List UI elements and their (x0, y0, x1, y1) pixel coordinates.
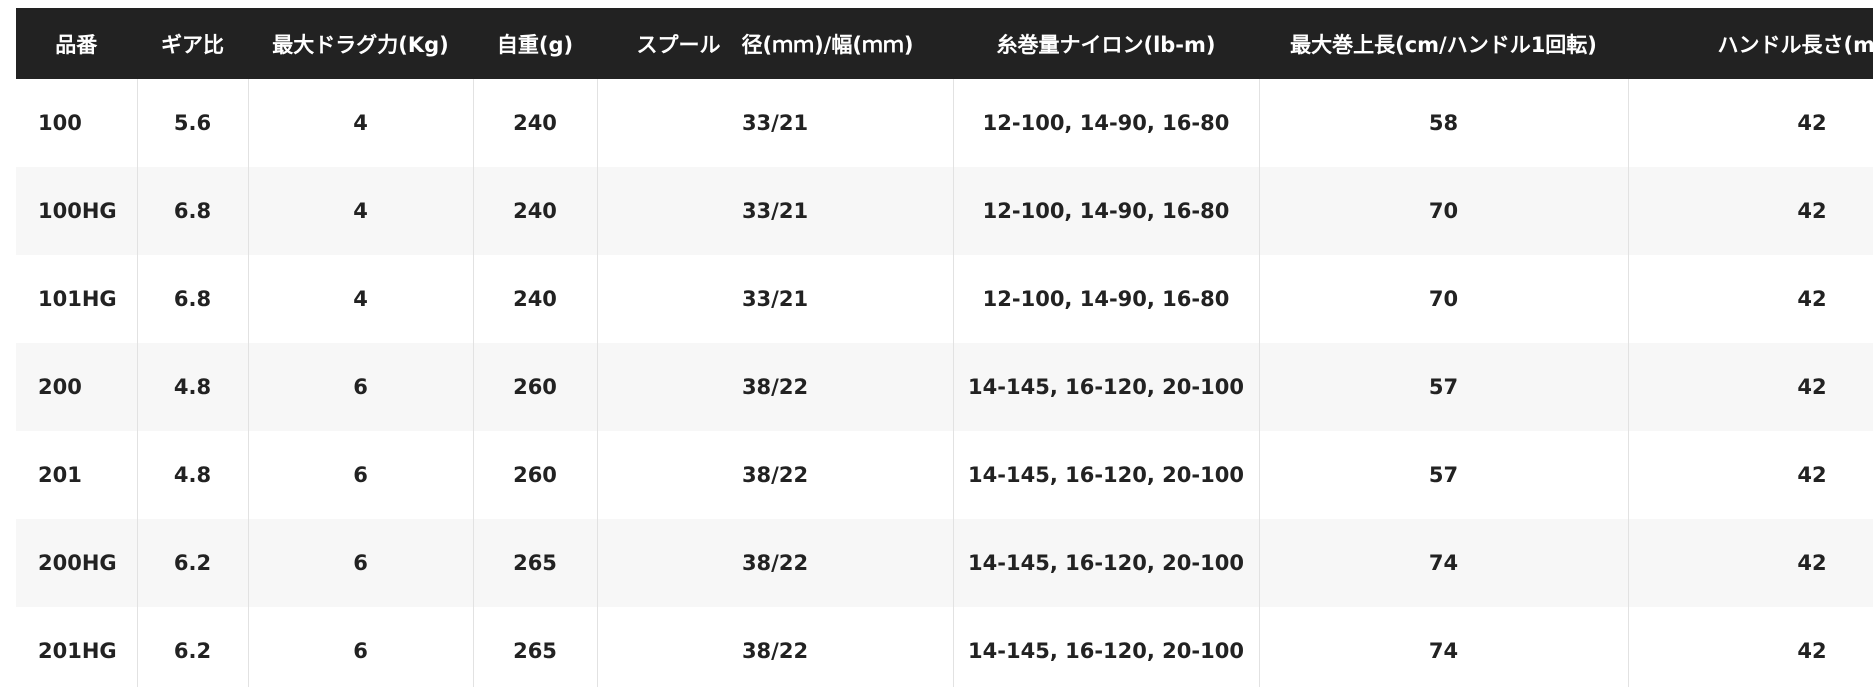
cell-max-drag: 4 (248, 255, 474, 343)
cell-model: 200 (16, 343, 138, 431)
cell-weight: 240 (473, 167, 598, 255)
table-row: 200HG 6.2 6 265 38/22 14-145, 16-120, 20… (16, 519, 1873, 607)
cell-model: 201 (16, 431, 138, 519)
cell-max-retrieve: 70 (1259, 255, 1629, 343)
cell-spool-size: 33/21 (597, 79, 954, 167)
cell-handle-length: 42 (1628, 167, 1873, 255)
cell-spool-size: 33/21 (597, 255, 954, 343)
table-header-row: 品番 ギア比 最大ドラグ力(Kg) 自重(g) スプール 径(ｍｍ)/幅(ｍｍ)… (16, 8, 1873, 79)
cell-max-retrieve: 57 (1259, 343, 1629, 431)
table-row: 100 5.6 4 240 33/21 12-100, 14-90, 16-80… (16, 79, 1873, 167)
spec-table: 品番 ギア比 最大ドラグ力(Kg) 自重(g) スプール 径(ｍｍ)/幅(ｍｍ)… (16, 8, 1873, 687)
cell-max-drag: 6 (248, 519, 474, 607)
cell-weight: 260 (473, 343, 598, 431)
cell-model: 200HG (16, 519, 138, 607)
cell-handle-length: 42 (1628, 519, 1873, 607)
cell-model: 101HG (16, 255, 138, 343)
table-row: 100HG 6.8 4 240 33/21 12-100, 14-90, 16-… (16, 167, 1873, 255)
header-handle-length: ハンドル長さ(mm) (1628, 8, 1873, 79)
cell-weight: 265 (473, 519, 598, 607)
cell-spool-size: 38/22 (597, 519, 954, 607)
cell-handle-length: 42 (1628, 343, 1873, 431)
cell-line-capacity: 12-100, 14-90, 16-80 (953, 167, 1260, 255)
cell-max-retrieve: 70 (1259, 167, 1629, 255)
cell-spool-size: 33/21 (597, 167, 954, 255)
spec-table-container: 品番 ギア比 最大ドラグ力(Kg) 自重(g) スプール 径(ｍｍ)/幅(ｍｍ)… (16, 8, 1873, 687)
cell-line-capacity: 12-100, 14-90, 16-80 (953, 255, 1260, 343)
table-row: 200 4.8 6 260 38/22 14-145, 16-120, 20-1… (16, 343, 1873, 431)
cell-handle-length: 42 (1628, 431, 1873, 519)
cell-max-drag: 6 (248, 607, 474, 687)
cell-gear-ratio: 6.8 (137, 167, 249, 255)
cell-handle-length: 42 (1628, 255, 1873, 343)
cell-model: 201HG (16, 607, 138, 687)
header-max-drag: 最大ドラグ力(Kg) (248, 8, 474, 79)
cell-model: 100HG (16, 167, 138, 255)
cell-spool-size: 38/22 (597, 607, 954, 687)
cell-max-retrieve: 74 (1259, 519, 1629, 607)
header-model: 品番 (16, 8, 138, 79)
table-row: 201 4.8 6 260 38/22 14-145, 16-120, 20-1… (16, 431, 1873, 519)
table-row: 201HG 6.2 6 265 38/22 14-145, 16-120, 20… (16, 607, 1873, 687)
cell-gear-ratio: 6.2 (137, 519, 249, 607)
header-weight: 自重(g) (473, 8, 598, 79)
cell-gear-ratio: 4.8 (137, 431, 249, 519)
cell-model: 100 (16, 79, 138, 167)
cell-max-retrieve: 58 (1259, 79, 1629, 167)
header-spool-size: スプール 径(ｍｍ)/幅(ｍｍ) (597, 8, 954, 79)
cell-max-retrieve: 57 (1259, 431, 1629, 519)
table-row: 101HG 6.8 4 240 33/21 12-100, 14-90, 16-… (16, 255, 1873, 343)
cell-max-drag: 6 (248, 431, 474, 519)
cell-spool-size: 38/22 (597, 343, 954, 431)
cell-max-drag: 6 (248, 343, 474, 431)
cell-gear-ratio: 6.2 (137, 607, 249, 687)
cell-line-capacity: 14-145, 16-120, 20-100 (953, 343, 1260, 431)
cell-gear-ratio: 6.8 (137, 255, 249, 343)
cell-gear-ratio: 5.6 (137, 79, 249, 167)
cell-weight: 260 (473, 431, 598, 519)
cell-line-capacity: 12-100, 14-90, 16-80 (953, 79, 1260, 167)
cell-gear-ratio: 4.8 (137, 343, 249, 431)
cell-spool-size: 38/22 (597, 431, 954, 519)
cell-max-drag: 4 (248, 79, 474, 167)
cell-handle-length: 42 (1628, 79, 1873, 167)
cell-line-capacity: 14-145, 16-120, 20-100 (953, 607, 1260, 687)
cell-line-capacity: 14-145, 16-120, 20-100 (953, 519, 1260, 607)
cell-max-drag: 4 (248, 167, 474, 255)
cell-handle-length: 42 (1628, 607, 1873, 687)
cell-weight: 240 (473, 79, 598, 167)
cell-weight: 265 (473, 607, 598, 687)
header-max-retrieve: 最大巻上長(cm/ハンドル1回転) (1259, 8, 1629, 79)
cell-max-retrieve: 74 (1259, 607, 1629, 687)
cell-line-capacity: 14-145, 16-120, 20-100 (953, 431, 1260, 519)
header-line-capacity: 糸巻量ナイロン(lb-m) (953, 8, 1260, 79)
header-gear-ratio: ギア比 (137, 8, 249, 79)
cell-weight: 240 (473, 255, 598, 343)
